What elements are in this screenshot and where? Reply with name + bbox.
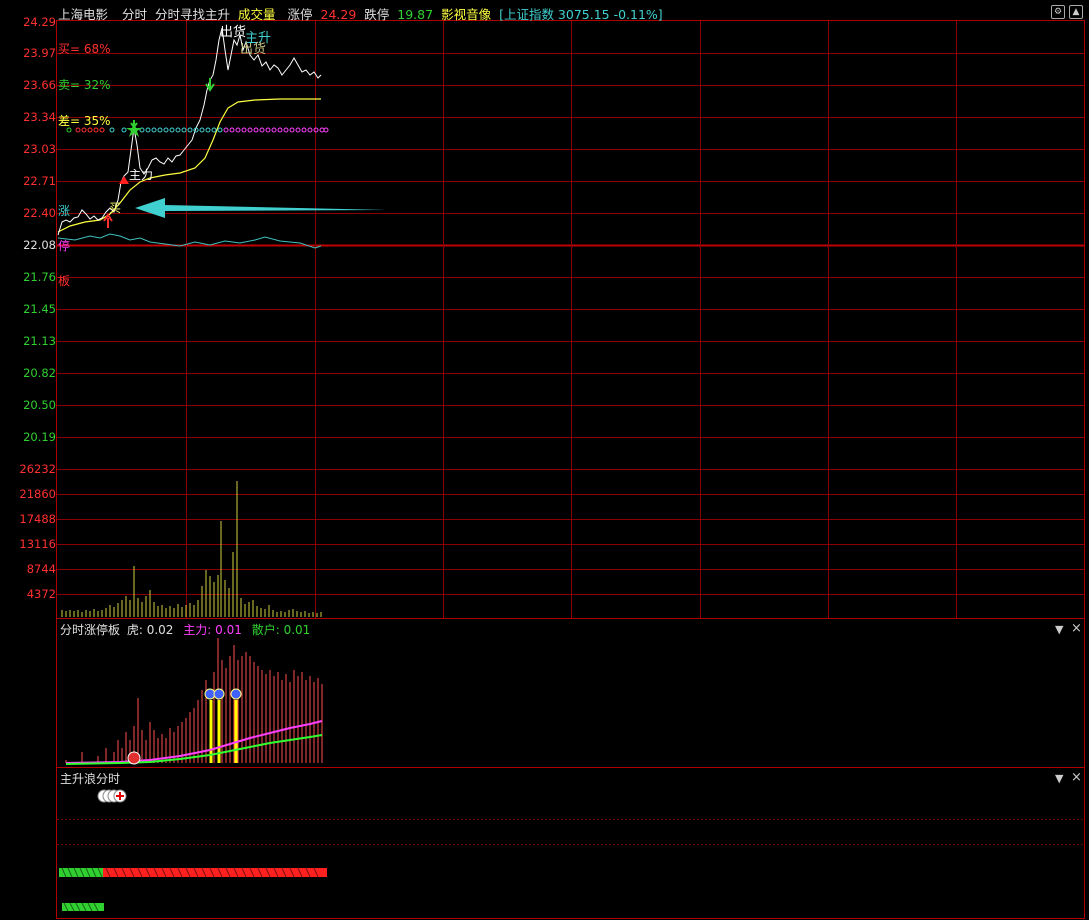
annotation-arrow-icon: [135, 198, 385, 218]
side-label-ting: 停: [58, 239, 71, 253]
limit-up-value: 24.29: [320, 7, 357, 22]
intraday-chart-window: 上海电影 分时 分时寻找主升 成交量 涨停 24.29 跌停 19.87 影视音…: [0, 0, 1089, 920]
limit-down-label: 跌停: [364, 7, 390, 22]
indicator-name[interactable]: 分时寻找主升: [155, 7, 230, 22]
price-grid: [57, 53, 1084, 595]
red-ball-icon: [127, 751, 141, 765]
hu-label: 虎:: [126, 623, 143, 637]
coin-icons: [204, 688, 242, 700]
red-triangle-icon: [119, 176, 129, 184]
hu-value: 0.02: [146, 623, 174, 637]
side-label-zhang: 涨: [58, 204, 71, 218]
panel3-close-icon[interactable]: ×: [1071, 770, 1082, 785]
volume-axis-label: 4372: [26, 587, 56, 601]
side-label-ban: 板: [58, 274, 71, 288]
sanhu-label: 散户:: [251, 623, 280, 637]
panel3-title[interactable]: 主升浪分时: [60, 770, 120, 787]
stock-name: 上海电影: [58, 7, 109, 22]
volume-bars: [61, 481, 322, 617]
price-axis-label: 23.03: [23, 142, 56, 156]
chart-canvas[interactable]: [0, 0, 1089, 920]
volume-axis-label: 26232: [19, 462, 56, 476]
limit-up-bars: [65, 638, 323, 763]
zhuli-marker-label: 主力: [129, 168, 154, 182]
price-axis-label: 24.29: [23, 15, 56, 29]
price-axis-label: 22.71: [23, 174, 56, 188]
price-axis-label: 21.13: [23, 334, 56, 348]
volume-axis-label: 8744: [26, 562, 56, 576]
volume-axis-label: 13116: [19, 537, 56, 551]
price-axis-label: 22.08: [23, 238, 56, 252]
panel2-title[interactable]: 分时涨停板: [60, 623, 120, 637]
plus-badge-icons: [97, 789, 127, 803]
buy-ratio-label: 买= 68%: [58, 42, 111, 56]
chuhuo-label: 出货: [240, 42, 267, 57]
limit-down-value: 19.87: [397, 7, 434, 22]
panel2-dropdown-icon[interactable]: ▼: [1055, 623, 1063, 636]
zhuli-label: 主力:: [183, 623, 212, 637]
price-axis-label: 22.40: [23, 206, 56, 220]
price-axis-label: 20.19: [23, 430, 56, 444]
sector-name[interactable]: 影视音像: [441, 7, 491, 22]
buy-marker-label: 买: [109, 201, 122, 215]
diff-ratio-label: 差= 35%: [58, 114, 111, 128]
volume-axis-label: 17488: [19, 512, 56, 526]
zhuli-value: 0.01: [215, 623, 242, 637]
volume-label: 成交量: [238, 7, 276, 22]
limit-up-label: 涨停: [287, 7, 313, 22]
price-axis-label: 23.66: [23, 78, 56, 92]
sell-ratio-label: 卖= 32%: [58, 78, 111, 92]
panel2-close-icon[interactable]: ×: [1071, 621, 1082, 636]
chevron-up-icon[interactable]: ▲: [1069, 5, 1083, 19]
chart-header: 上海电影 分时 分时寻找主升 成交量 涨停 24.29 跌停 19.87 影视音…: [58, 4, 667, 23]
green-down-arrow-icon: [130, 120, 138, 129]
price-axis-label: 23.34: [23, 110, 56, 124]
sanhu-value: 0.01: [283, 623, 311, 637]
price-axis-label: 23.97: [23, 46, 56, 60]
volume-axis-label: 21860: [19, 487, 56, 501]
price-axis-label: 20.50: [23, 398, 56, 412]
settings-icon[interactable]: ⚙: [1051, 5, 1065, 19]
tab-intraday[interactable]: 分时: [122, 7, 147, 22]
index-quote[interactable]: [上证指数 3075.15 -0.11%]: [499, 7, 663, 22]
price-axis-label: 21.45: [23, 302, 56, 316]
price-axis-label: 21.76: [23, 270, 56, 284]
panel2-title-row: 分时涨停板 虎: 0.02 主力: 0.01 散户: 0.01: [60, 621, 310, 638]
panel3-dropdown-icon[interactable]: ▼: [1055, 772, 1063, 785]
price-axis-label: 20.82: [23, 366, 56, 380]
